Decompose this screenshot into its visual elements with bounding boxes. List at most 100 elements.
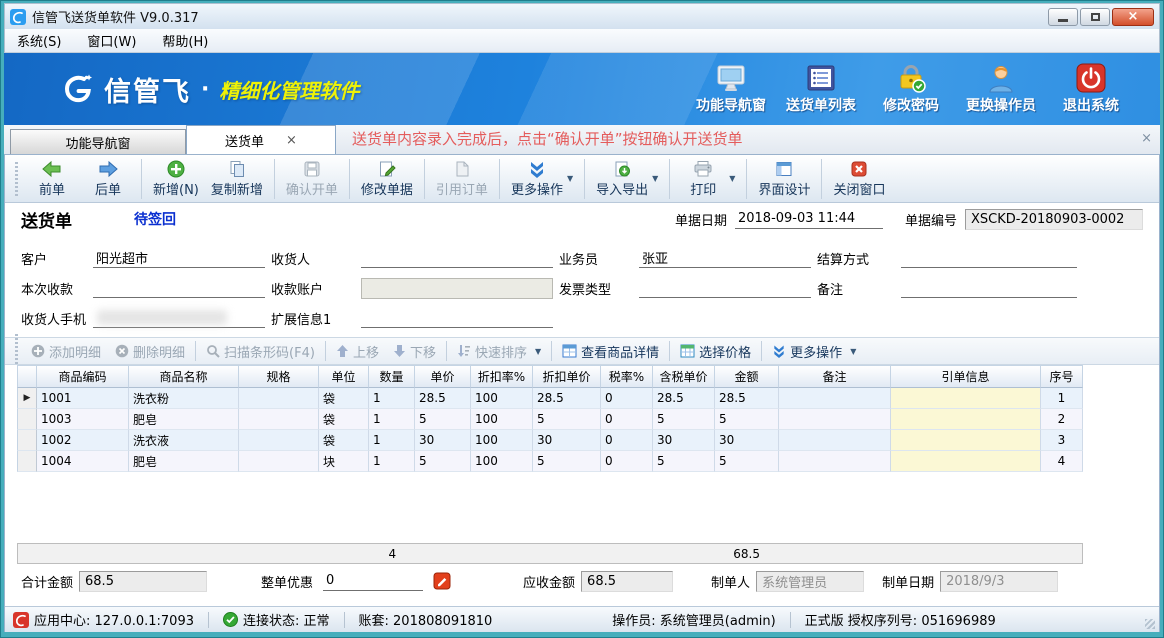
table-header-row: 商品编码 商品名称 规格 单位 数量 单价 折扣率% 折扣单价 税率% 含税单价… xyxy=(17,365,1159,388)
table-row[interactable]: ▶ 1001 洗衣粉 袋 1 28.5 100 28.5 0 28.5 28.5… xyxy=(17,388,1159,409)
check-circle-icon xyxy=(223,612,238,627)
main-content: 前单 后单 新增(N) 复制新增 确认开单 修改单据 xyxy=(4,155,1160,632)
price-table-icon xyxy=(680,344,695,358)
dropdown-caret-icon: ▼ xyxy=(652,174,658,183)
remark-field[interactable] xyxy=(901,278,1077,298)
scan-barcode-button[interactable]: 扫描条形码(F4) xyxy=(199,342,322,361)
menu-system[interactable]: 系统(S) xyxy=(17,31,61,50)
add-new-button[interactable]: 新增(N) xyxy=(147,158,205,200)
tab-delivery-order[interactable]: 送货单 × xyxy=(186,125,336,154)
detail-more-actions-button[interactable]: 更多操作 ▼ xyxy=(765,342,863,361)
hint-text: 送货单内容录入完成后，点击“确认开单”按钮确认开送货单 xyxy=(352,128,743,149)
table-row[interactable]: 1002 洗衣液 袋 1 30 100 30 0 30 30 3 xyxy=(17,430,1159,451)
payment-field[interactable] xyxy=(93,278,265,298)
detail-separator xyxy=(551,341,552,361)
customer-field[interactable]: 阳光超市 xyxy=(93,248,265,268)
delivery-list-button[interactable]: 送货单列表 xyxy=(780,63,862,115)
import-export-button[interactable]: 导入导出 ▼ xyxy=(590,158,664,200)
move-up-button[interactable]: 上移 xyxy=(329,342,386,361)
add-detail-button[interactable]: 添加明细 xyxy=(24,342,108,361)
table-row[interactable]: 1003 肥皂 袋 1 5 100 5 0 5 5 2 xyxy=(17,409,1159,430)
delete-detail-button[interactable]: 删除明细 xyxy=(108,342,192,361)
col-header[interactable]: 商品编码 xyxy=(37,365,129,388)
tab-label: 功能导航窗 xyxy=(65,133,130,152)
ref-order-button[interactable]: 引用订单 xyxy=(430,158,494,200)
change-password-button[interactable]: 修改密码 xyxy=(870,63,952,115)
toolbar-separator xyxy=(746,159,747,199)
col-header[interactable]: 规格 xyxy=(239,365,319,388)
view-product-button[interactable]: 查看商品详情 xyxy=(555,342,666,361)
close-window-icon xyxy=(850,160,868,178)
brand-slogan: 精细化管理软件 xyxy=(219,75,359,104)
quick-sort-button[interactable]: 快速排序 ▼ xyxy=(450,342,548,361)
receiver-field[interactable] xyxy=(361,248,553,268)
exit-system-button[interactable]: 退出系统 xyxy=(1050,63,1132,115)
col-header[interactable]: 数量 xyxy=(369,365,415,388)
confirm-open-button[interactable]: 确认开单 xyxy=(280,158,344,200)
doc-date-field[interactable]: 2018-09-03 11:44 xyxy=(735,209,883,229)
banner-btn-label: 修改密码 xyxy=(883,95,939,115)
phone-field[interactable] xyxy=(93,308,265,328)
monitor-icon xyxy=(715,63,747,93)
more-actions-button[interactable]: 更多操作 ▼ xyxy=(505,158,579,200)
toolbar-separator xyxy=(274,159,275,199)
detail-table: 商品编码 商品名称 规格 单位 数量 单价 折扣率% 折扣单价 税率% 含税单价… xyxy=(5,365,1159,543)
table-row[interactable]: 1004 肥皂 块 1 5 100 5 0 5 5 4 xyxy=(17,451,1159,472)
copy-new-button[interactable]: 复制新增 xyxy=(205,158,269,200)
change-operator-button[interactable]: 更换操作员 xyxy=(960,63,1042,115)
col-header[interactable]: 含税单价 xyxy=(653,365,715,388)
col-header[interactable]: 商品名称 xyxy=(129,365,239,388)
customer-label: 客户 xyxy=(21,249,87,268)
col-header[interactable]: 税率% xyxy=(601,365,653,388)
toolbar-separator xyxy=(584,159,585,199)
select-price-button[interactable]: 选择价格 xyxy=(673,342,758,361)
col-header[interactable]: 单价 xyxy=(415,365,471,388)
double-chevron-down-icon xyxy=(528,160,546,178)
print-button[interactable]: 打印 ▼ xyxy=(675,158,741,200)
edit-doc-button[interactable]: 修改单据 xyxy=(355,158,419,200)
save-icon xyxy=(303,160,321,178)
strip-close-icon[interactable]: × xyxy=(1141,131,1152,146)
col-header[interactable]: 备注 xyxy=(779,365,891,388)
nav-window-button[interactable]: 功能导航窗 xyxy=(690,63,772,115)
tab-close-icon[interactable]: × xyxy=(286,133,297,148)
dropdown-caret-icon: ▼ xyxy=(535,347,541,356)
menu-help[interactable]: 帮助(H) xyxy=(162,31,208,50)
close-window-button[interactable]: 关闭窗口 xyxy=(827,158,891,200)
close-button[interactable]: × xyxy=(1112,8,1154,26)
tab-label: 送货单 xyxy=(225,131,264,150)
lock-icon xyxy=(895,63,927,93)
prev-doc-button[interactable]: 前单 xyxy=(24,158,80,200)
col-header[interactable]: 折扣单价 xyxy=(533,365,601,388)
maximize-button[interactable] xyxy=(1080,8,1110,26)
detail-separator xyxy=(761,341,762,361)
app-center-status: 应用中心: 127.0.0.1:7093 xyxy=(13,610,194,629)
ext1-field[interactable] xyxy=(361,308,553,328)
settle-field[interactable] xyxy=(901,248,1077,268)
invoice-field[interactable] xyxy=(639,278,811,298)
tab-strip: 功能导航窗 送货单 × 送货单内容录入完成后，点击“确认开单”按钮确认开送货单 … xyxy=(4,125,1160,155)
tab-nav-window[interactable]: 功能导航窗 xyxy=(10,129,186,154)
brand-separator: · xyxy=(201,77,209,102)
menu-window[interactable]: 窗口(W) xyxy=(87,31,136,50)
col-header[interactable]: 单位 xyxy=(319,365,369,388)
col-header[interactable]: 折扣率% xyxy=(471,365,533,388)
salesman-field[interactable]: 张亚 xyxy=(639,248,811,268)
minimize-button[interactable] xyxy=(1048,8,1078,26)
app-logo-icon xyxy=(10,9,26,25)
maker-field: 系统管理员 xyxy=(756,571,864,592)
discount-field[interactable]: 0 xyxy=(323,571,423,591)
move-down-button[interactable]: 下移 xyxy=(386,342,443,361)
discount-edit-icon[interactable] xyxy=(433,572,451,590)
resize-grip[interactable] xyxy=(1145,619,1155,629)
col-header[interactable]: 金额 xyxy=(715,365,779,388)
ui-design-button[interactable]: 界面设计 xyxy=(752,158,816,200)
edit-icon xyxy=(378,160,396,178)
invoice-label: 发票类型 xyxy=(559,279,633,298)
col-header[interactable]: 引单信息 xyxy=(891,365,1041,388)
summary-bar: 4 68.5 xyxy=(17,543,1083,564)
banner-btn-label: 功能导航窗 xyxy=(696,95,766,115)
col-header[interactable]: 序号 xyxy=(1041,365,1083,388)
next-doc-button[interactable]: 后单 xyxy=(80,158,136,200)
detail-separator xyxy=(446,341,447,361)
